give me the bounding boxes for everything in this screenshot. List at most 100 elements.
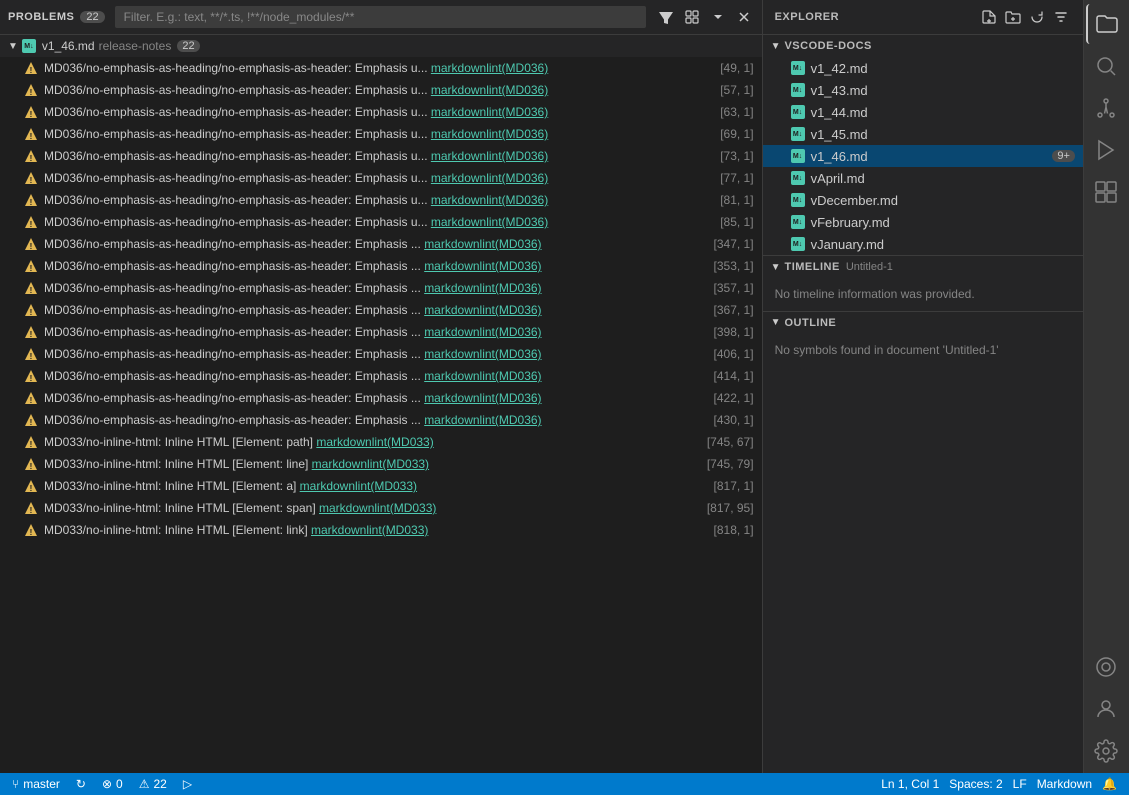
- problems-filter-input[interactable]: [115, 6, 646, 28]
- problem-item[interactable]: ! MD036/no-emphasis-as-heading/no-emphas…: [0, 343, 762, 365]
- problem-item[interactable]: ! MD036/no-emphasis-as-heading/no-emphas…: [0, 255, 762, 277]
- svg-text:!: !: [30, 154, 33, 163]
- warning-icon: !: [24, 369, 38, 383]
- file-tree-item[interactable]: M↓v1_45.md: [763, 123, 1083, 145]
- problem-item[interactable]: ! MD036/no-emphasis-as-heading/no-emphas…: [0, 365, 762, 387]
- svg-text:!: !: [30, 352, 33, 361]
- file-tree-item[interactable]: M↓ vFebruary.md: [763, 211, 1083, 233]
- problem-location: [353, 1]: [714, 259, 754, 273]
- new-file-icon[interactable]: [979, 7, 999, 27]
- activity-item-search[interactable]: [1086, 46, 1126, 86]
- activity-item-accounts[interactable]: [1086, 689, 1126, 729]
- collapse-all-icon[interactable]: [682, 7, 702, 27]
- vscode-docs-section-header[interactable]: ▼ VSCODE-DOCS: [763, 35, 1083, 57]
- status-warnings[interactable]: ⚠ 22: [135, 773, 171, 795]
- status-encoding[interactable]: LF: [1009, 777, 1031, 791]
- problem-item[interactable]: ! MD033/no-inline-html: Inline HTML [Ele…: [0, 431, 762, 453]
- problem-text: MD036/no-emphasis-as-heading/no-emphasis…: [44, 215, 712, 229]
- md-file-icon: M↓: [791, 193, 805, 207]
- problem-text: MD036/no-emphasis-as-heading/no-emphasis…: [44, 61, 712, 75]
- problem-location: [817, 95]: [707, 501, 754, 515]
- problem-item[interactable]: ! MD036/no-emphasis-as-heading/no-emphas…: [0, 101, 762, 123]
- problem-item[interactable]: ! MD036/no-emphasis-as-heading/no-emphas…: [0, 233, 762, 255]
- activity-item-source-control[interactable]: [1086, 88, 1126, 128]
- file-tree-item[interactable]: M↓v1_44.md: [763, 101, 1083, 123]
- svg-text:!: !: [30, 242, 33, 251]
- problem-item[interactable]: ! MD036/no-emphasis-as-heading/no-emphas…: [0, 277, 762, 299]
- problem-text: MD033/no-inline-html: Inline HTML [Eleme…: [44, 523, 706, 537]
- file-group-header[interactable]: ▼ M↓ v1_46.md release-notes 22: [0, 35, 762, 57]
- md-file-icon: M↓: [791, 215, 805, 229]
- status-sync[interactable]: ↻: [72, 773, 90, 795]
- problem-location: [49, 1]: [720, 61, 753, 75]
- problem-item[interactable]: ! MD033/no-inline-html: Inline HTML [Ele…: [0, 519, 762, 541]
- section-name: VSCODE-DOCS: [784, 40, 871, 52]
- problem-location: [63, 1]: [720, 105, 753, 119]
- problem-item[interactable]: ! MD033/no-inline-html: Inline HTML [Ele…: [0, 475, 762, 497]
- file-tree-item[interactable]: M↓vApril.md: [763, 167, 1083, 189]
- problem-item[interactable]: ! MD036/no-emphasis-as-heading/no-emphas…: [0, 79, 762, 101]
- problem-item[interactable]: ! MD036/no-emphasis-as-heading/no-emphas…: [0, 189, 762, 211]
- outline-section-header[interactable]: ▼ OUTLINE: [763, 312, 1083, 334]
- status-language[interactable]: Markdown: [1033, 777, 1096, 791]
- problem-item[interactable]: ! MD036/no-emphasis-as-heading/no-emphas…: [0, 167, 762, 189]
- expand-icon[interactable]: [708, 7, 728, 27]
- outline-empty-message: No symbols found in document 'Untitled-1…: [763, 334, 1083, 367]
- problem-item[interactable]: ! MD036/no-emphasis-as-heading/no-emphas…: [0, 299, 762, 321]
- outline-section: ▼ OUTLINE No symbols found in document '…: [763, 311, 1083, 367]
- problem-item[interactable]: ! MD036/no-emphasis-as-heading/no-emphas…: [0, 123, 762, 145]
- problem-item[interactable]: ! MD036/no-emphasis-as-heading/no-emphas…: [0, 321, 762, 343]
- problem-location: [69, 1]: [720, 127, 753, 141]
- file-name: v1_46.md: [811, 149, 1053, 164]
- new-folder-icon[interactable]: [1003, 7, 1023, 27]
- file-tree-item[interactable]: M↓v1_42.md: [763, 57, 1083, 79]
- timeline-section-header[interactable]: ▼ TIMELINE Untitled-1: [763, 256, 1083, 278]
- problem-item[interactable]: ! MD036/no-emphasis-as-heading/no-emphas…: [0, 145, 762, 167]
- problem-item[interactable]: ! MD036/no-emphasis-as-heading/no-emphas…: [0, 211, 762, 233]
- status-bell[interactable]: 🔔: [1098, 777, 1121, 791]
- file-tree-item[interactable]: M↓vDecember.md: [763, 189, 1083, 211]
- problem-item[interactable]: ! MD036/no-emphasis-as-heading/no-emphas…: [0, 409, 762, 431]
- file-tree-item[interactable]: M↓v1_43.md: [763, 79, 1083, 101]
- file-tree-item[interactable]: M↓vJanuary.md: [763, 233, 1083, 255]
- file-name: v1_45.md: [811, 127, 1075, 142]
- activity-item-explorer[interactable]: [1086, 4, 1126, 44]
- status-spaces[interactable]: Spaces: 2: [945, 777, 1006, 791]
- refresh-explorer-icon[interactable]: [1027, 7, 1047, 27]
- svg-text:!: !: [30, 132, 33, 141]
- svg-text:!: !: [30, 418, 33, 427]
- warning-icon: !: [24, 523, 38, 537]
- file-badge: 9+: [1052, 150, 1075, 162]
- svg-text:!: !: [30, 330, 33, 339]
- file-group-badge: 22: [177, 40, 199, 52]
- file-group-name: v1_46.md: [42, 39, 95, 53]
- activity-item-extensions[interactable]: [1086, 172, 1126, 212]
- svg-text:!: !: [30, 374, 33, 383]
- warning-icon: !: [24, 501, 38, 515]
- collapse-explorer-icon[interactable]: [1051, 7, 1071, 27]
- problem-item[interactable]: ! MD033/no-inline-html: Inline HTML [Ele…: [0, 497, 762, 519]
- filter-icon[interactable]: [656, 7, 676, 27]
- activity-item-settings[interactable]: [1086, 731, 1126, 771]
- problems-list[interactable]: ! MD036/no-emphasis-as-heading/no-emphas…: [0, 57, 762, 773]
- svg-text:!: !: [30, 66, 33, 75]
- svg-text:!: !: [30, 110, 33, 119]
- problem-item[interactable]: ! MD033/no-inline-html: Inline HTML [Ele…: [0, 453, 762, 475]
- file-name: vFebruary.md: [811, 215, 1075, 230]
- problem-location: [745, 79]: [707, 457, 754, 471]
- file-tree-item[interactable]: M↓v1_46.md9+: [763, 145, 1083, 167]
- problem-location: [77, 1]: [720, 171, 753, 185]
- file-name: v1_43.md: [811, 83, 1075, 98]
- problem-item[interactable]: ! MD036/no-emphasis-as-heading/no-emphas…: [0, 387, 762, 409]
- status-errors[interactable]: ⊗ 0: [98, 773, 127, 795]
- problem-item[interactable]: ! MD036/no-emphasis-as-heading/no-emphas…: [0, 57, 762, 79]
- problems-filter[interactable]: [115, 6, 646, 28]
- activity-item-remote[interactable]: [1086, 647, 1126, 687]
- status-run[interactable]: ▷: [179, 773, 196, 795]
- close-panel-icon[interactable]: [734, 7, 754, 27]
- problem-location: [85, 1]: [720, 215, 753, 229]
- status-branch[interactable]: ⑂ master: [8, 773, 64, 795]
- status-ln-col[interactable]: Ln 1, Col 1: [877, 777, 943, 791]
- warning-icon: ⚠: [139, 777, 150, 791]
- activity-item-run[interactable]: [1086, 130, 1126, 170]
